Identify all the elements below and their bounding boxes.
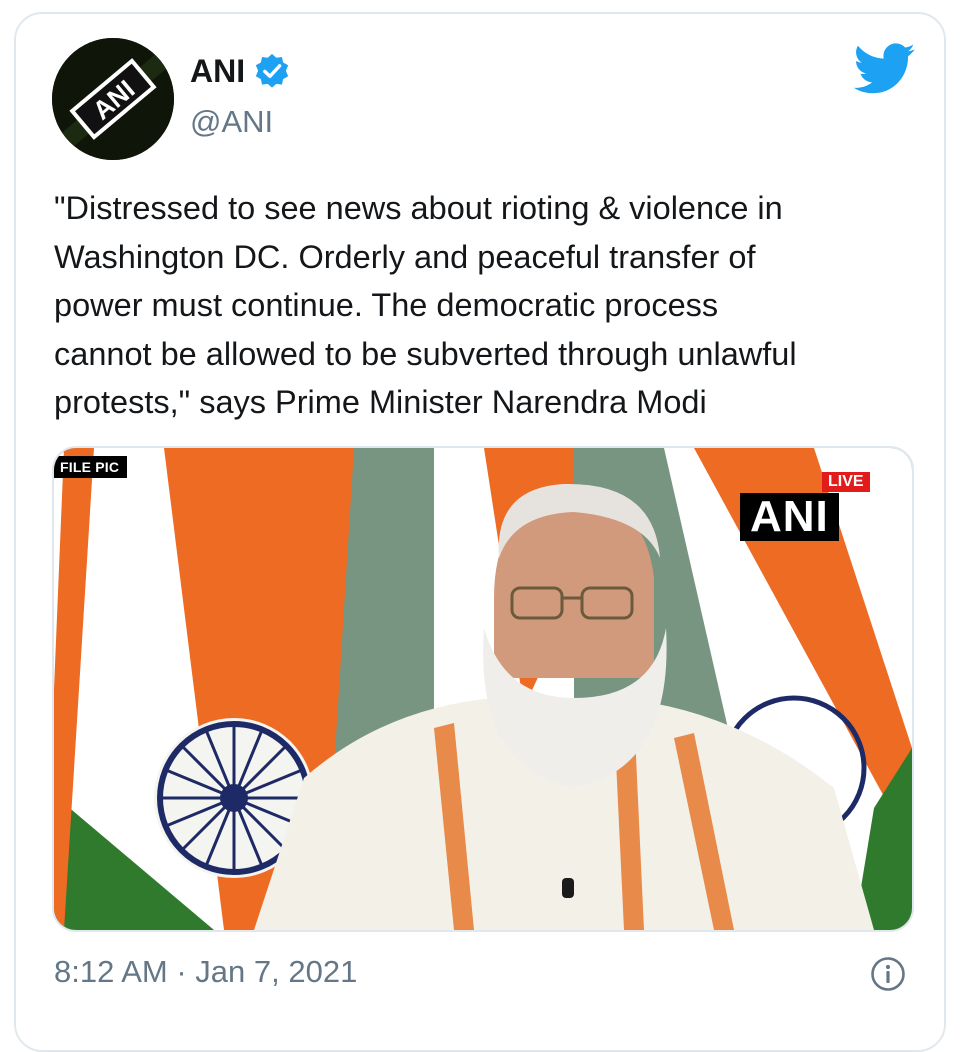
timestamp[interactable]: 8:12 AM · Jan 7, 2021 xyxy=(54,954,357,990)
handle[interactable]: @ANI xyxy=(190,104,273,140)
tweet-media-image[interactable]: FILE PIC LIVE ANI xyxy=(52,446,914,932)
tweet-text: "Distressed to see news about rioting & … xyxy=(54,190,797,420)
live-badge: LIVE xyxy=(822,472,870,492)
verified-badge-icon xyxy=(255,53,289,88)
info-icon[interactable] xyxy=(870,956,906,992)
avatar[interactable]: ANI xyxy=(52,38,174,160)
display-name[interactable]: ANI xyxy=(190,53,245,90)
twitter-bird-icon[interactable] xyxy=(854,42,916,96)
file-pic-label: FILE PIC xyxy=(54,456,128,478)
author-name-row[interactable]: ANI xyxy=(190,52,291,90)
ani-watermark-logo: ANI xyxy=(740,493,839,541)
